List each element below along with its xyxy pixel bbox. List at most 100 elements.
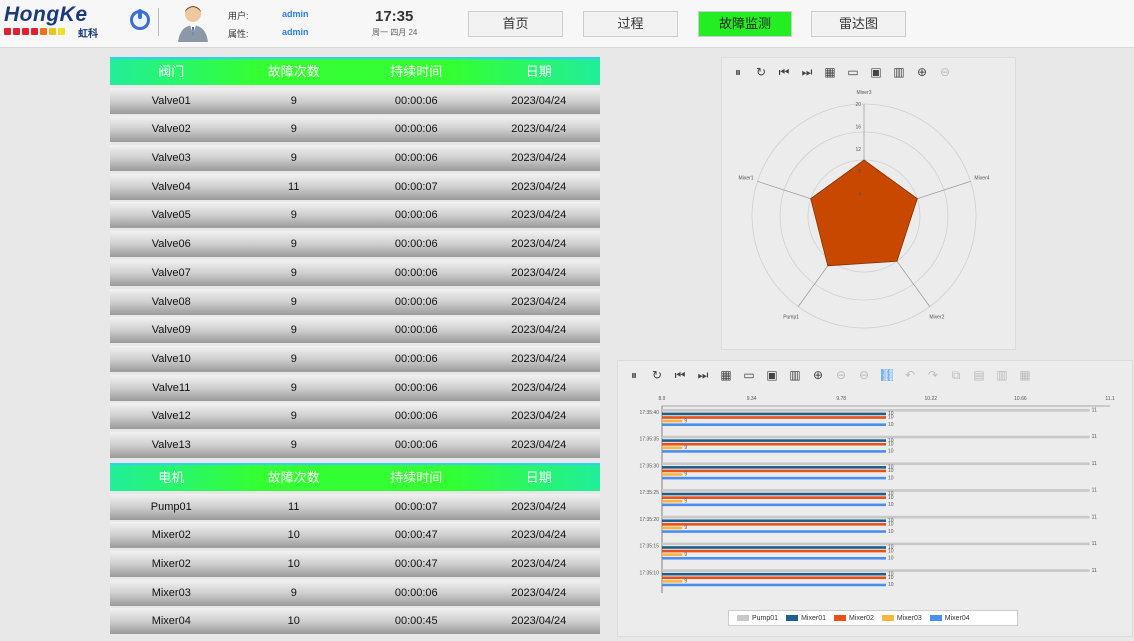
legend-swatch [833, 614, 846, 621]
col-header: 持续时间 [390, 64, 443, 79]
radar-tick-label: 16 [855, 124, 861, 130]
bar-data-label: 10 [888, 555, 894, 561]
legend-item[interactable]: Pump01 [737, 615, 778, 622]
bar-data-label: 10 [888, 575, 894, 581]
clock-date: 周一 四月 24 [372, 28, 418, 37]
bar-mark [662, 423, 886, 426]
radar-chart-panel: ⏸ ↻ ⏮ ⏭ ▦ ▭ ▣ ▥ ⊕ ⊖ Mixer3 Mixer4 Mixer2 Pu… [721, 57, 1016, 350]
table-cell: 2023/04/24 [511, 410, 567, 423]
table-cell: 2023/04/24 [511, 615, 567, 628]
table-cell: 00:00:06 [394, 438, 438, 451]
bar-y-tick-label: 17:35:15 [640, 544, 660, 550]
table-cell: 00:00:06 [394, 324, 438, 337]
bar-y-tick-label: 17:35:35 [640, 437, 660, 443]
table-cell: 00:00:06 [394, 94, 438, 107]
bar-mark [662, 515, 1090, 519]
table-cell: Valve04 [151, 180, 191, 193]
bar-mark [662, 416, 886, 419]
table-cell: 2023/04/24 [511, 266, 567, 279]
bar-data-label: 10 [888, 582, 894, 588]
bar-data-label: 10 [888, 449, 894, 455]
table-cell: 2023/04/24 [511, 558, 567, 571]
brand-logo-cn: 虹科 [78, 29, 98, 40]
nav-process[interactable]: 过程 [583, 11, 678, 37]
nav-fault-monitor[interactable]: 故障监测 [698, 11, 792, 37]
table-cell: 9 [290, 410, 297, 423]
col-header: 持续时间 [390, 470, 443, 485]
nav-radar[interactable]: 雷达图 [811, 11, 906, 37]
bar-data-label: 10 [888, 522, 894, 528]
table-cell: 2023/04/24 [511, 209, 567, 222]
table-cell: 11 [288, 180, 300, 193]
bar-mark [662, 439, 886, 442]
table-row: Pump01 11 00:00:07 2023/04/24 [110, 493, 600, 520]
table-row: Valve08 9 00:00:06 2023/04/24 [110, 288, 600, 315]
table-cell: 9 [290, 123, 297, 136]
bar-mark [662, 450, 886, 453]
table-cell: Mixer02 [151, 529, 191, 542]
table-cell: 2023/04/24 [511, 352, 567, 365]
table-row: Valve02 9 00:00:06 2023/04/24 [110, 116, 600, 143]
bar-mark [662, 523, 886, 526]
bar-data-label: 11 [1092, 408, 1097, 414]
radar-tick-label: 20 [855, 102, 861, 108]
table-cell: 9 [290, 209, 297, 222]
table-cell: Valve10 [151, 352, 191, 365]
table-cell: 00:00:06 [394, 209, 438, 222]
bar-mark [662, 492, 886, 496]
bar-mark [662, 476, 886, 480]
table-cell: 00:00:45 [394, 615, 438, 628]
table-cell: 2023/04/24 [511, 152, 567, 165]
table-cell: Valve12 [151, 410, 191, 423]
table-cell: 00:00:47 [394, 558, 438, 571]
bar-mark [662, 576, 886, 580]
table-cell: Pump01 [150, 500, 192, 513]
table-cell: Valve07 [151, 266, 191, 279]
radar-axis-label: Mixer2 [929, 314, 944, 320]
table-cell: 00:00:06 [394, 586, 438, 599]
table-cell: Valve05 [151, 209, 191, 222]
bar-mark [662, 542, 1090, 546]
radar-tick-label: 4 [858, 192, 861, 198]
user-avatar-icon [178, 6, 208, 42]
legend-label: Mixer01 [801, 614, 826, 622]
col-header: 故障次数 [267, 470, 320, 485]
table-cell: 9 [290, 352, 297, 365]
table-cell: 2023/04/24 [511, 123, 567, 136]
table-cell: 00:00:07 [394, 180, 438, 193]
table-cell: 9 [290, 152, 297, 165]
bar-data-label: 10 [888, 495, 894, 501]
table-cell: Valve01 [151, 94, 191, 107]
power-icon[interactable] [130, 9, 150, 30]
table-cell: 00:00:07 [394, 500, 438, 513]
bar-data-label: 10 [888, 548, 894, 554]
user-value: admin [282, 9, 309, 19]
legend-item[interactable]: Mixer03 [881, 614, 922, 622]
table-cell: 9 [290, 438, 297, 451]
bar-mark [662, 489, 1090, 492]
bar-chart-panel: ⏸ ↻ ⏮ ⏭ ▦ ▭ ▣ ▥ ⊕ ⊖ ⊖ ⛓ ↶ ↷ ⧉ ▤ ▥ ▦ 8.9 9… [617, 360, 1133, 637]
table-cell: 2023/04/24 [511, 381, 567, 394]
legend-label: Mixer03 [896, 614, 922, 622]
legend-item[interactable]: Mixer01 [786, 615, 826, 622]
table-cell: Valve09 [151, 324, 191, 337]
table-row: Mixer04 10 00:00:45 2023/04/24 [110, 608, 600, 635]
table-cell: 2023/04/24 [511, 180, 567, 193]
table-cell: 9 [290, 94, 297, 107]
attr-value: admin [282, 27, 309, 37]
legend-swatch [737, 614, 749, 621]
bar-mark [662, 442, 886, 446]
legend-item[interactable]: Mixer02 [833, 614, 874, 622]
table-cell: 2023/04/24 [511, 324, 567, 337]
table-cell: Valve13 [151, 438, 191, 451]
table-cell: 2023/04/24 [511, 94, 567, 107]
table-cell: Mixer03 [151, 586, 191, 599]
bar-mark [662, 473, 683, 476]
table-cell: 2023/04/24 [511, 438, 567, 451]
bar-mark [662, 419, 683, 423]
legend-item[interactable]: Mixer04 [929, 615, 970, 622]
bar-chart: 8.9 9.34 9.78 10.22 10.66 11.117:35:40 1110109… [640, 396, 1115, 593]
nav-home[interactable]: 首页 [468, 11, 563, 37]
table-cell: 00:00:06 [394, 410, 438, 423]
col-header: 电机 [158, 470, 185, 485]
